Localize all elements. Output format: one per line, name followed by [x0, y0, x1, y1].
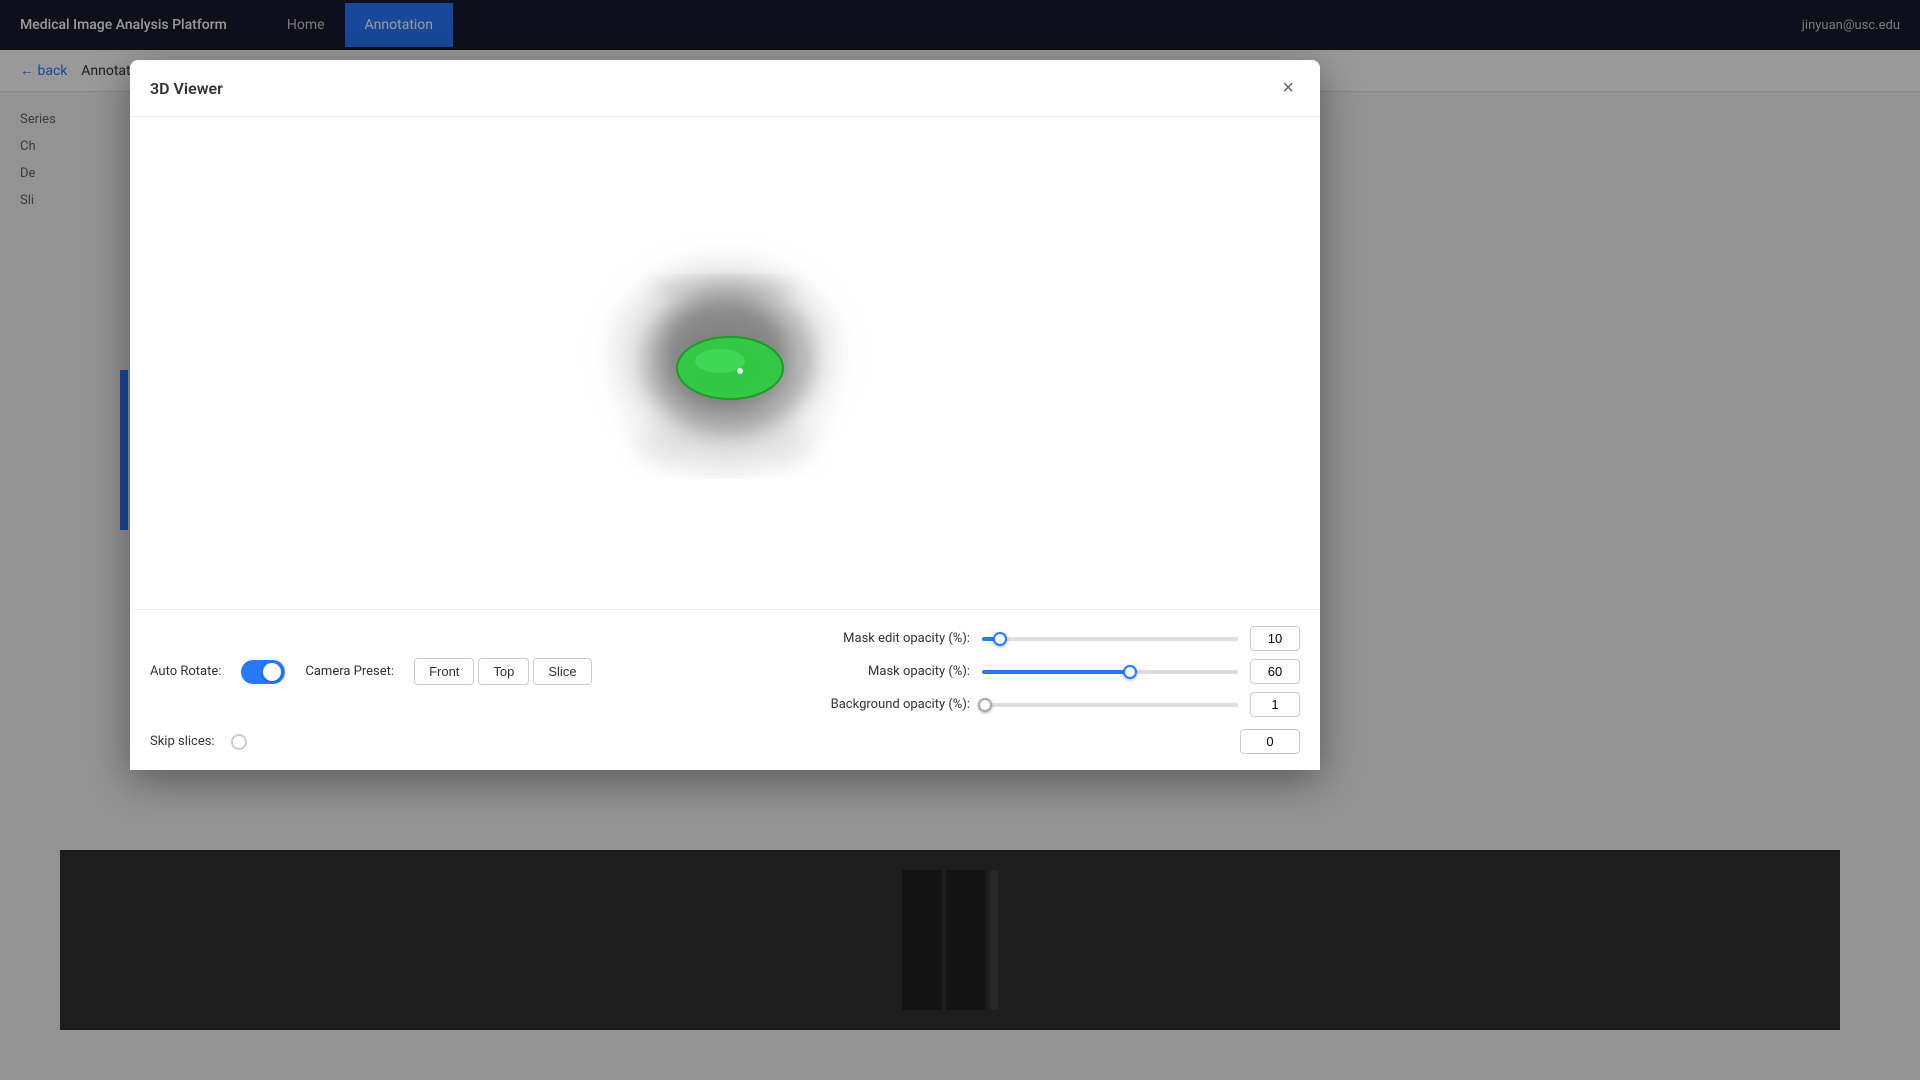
viewer-modal: 3D Viewer × — [130, 60, 1320, 770]
skip-slices-input[interactable] — [1240, 729, 1300, 754]
controls-row-1: Auto Rotate: Camera Preset: Front Top Sl… — [150, 626, 1300, 717]
viewer-3d-area[interactable] — [130, 117, 1320, 609]
preset-buttons: Front Top Slice — [414, 658, 592, 685]
brain-visualization — [575, 223, 875, 503]
controls-row-2: Skip slices: — [150, 729, 1300, 754]
mask-opacity-row: Mask opacity (%): — [800, 659, 1300, 684]
preset-front-button[interactable]: Front — [414, 658, 474, 685]
auto-rotate-label: Auto Rotate: — [150, 664, 221, 679]
preset-top-button[interactable]: Top — [478, 658, 529, 685]
preset-slice-button[interactable]: Slice — [533, 658, 591, 685]
skip-slices-radio[interactable] — [231, 734, 247, 750]
toggle-thumb — [263, 663, 281, 681]
brain-svg — [575, 223, 875, 503]
modal-close-button[interactable]: × — [1276, 76, 1300, 100]
mask-edit-opacity-value[interactable] — [1250, 626, 1300, 651]
mask-opacity-value[interactable] — [1250, 659, 1300, 684]
sliders-panel: Mask edit opacity (%): Mask opacity (%): — [800, 626, 1300, 717]
background-opacity-track[interactable] — [982, 703, 1238, 707]
background-opacity-row: Background opacity (%): — [800, 692, 1300, 717]
modal-title: 3D Viewer — [150, 79, 223, 98]
background-opacity-value[interactable] — [1250, 692, 1300, 717]
skip-slices-label: Skip slices: — [150, 734, 215, 749]
mask-edit-opacity-label: Mask edit opacity (%): — [800, 631, 970, 646]
mask-opacity-thumb — [1123, 665, 1137, 679]
mask-edit-opacity-row: Mask edit opacity (%): — [800, 626, 1300, 651]
auto-rotate-toggle[interactable] — [241, 660, 285, 684]
controls-bar: Auto Rotate: Camera Preset: Front Top Sl… — [130, 609, 1320, 770]
mask-edit-opacity-track[interactable] — [982, 637, 1238, 641]
mask-edit-opacity-thumb — [993, 632, 1007, 646]
mask-opacity-label: Mask opacity (%): — [800, 664, 970, 679]
mask-opacity-fill — [982, 670, 1130, 674]
camera-preset-label: Camera Preset: — [305, 664, 394, 679]
modal-header: 3D Viewer × — [130, 60, 1320, 117]
background-opacity-label: Background opacity (%): — [800, 697, 970, 712]
mask-opacity-track[interactable] — [982, 670, 1238, 674]
background-opacity-thumb — [978, 698, 992, 712]
